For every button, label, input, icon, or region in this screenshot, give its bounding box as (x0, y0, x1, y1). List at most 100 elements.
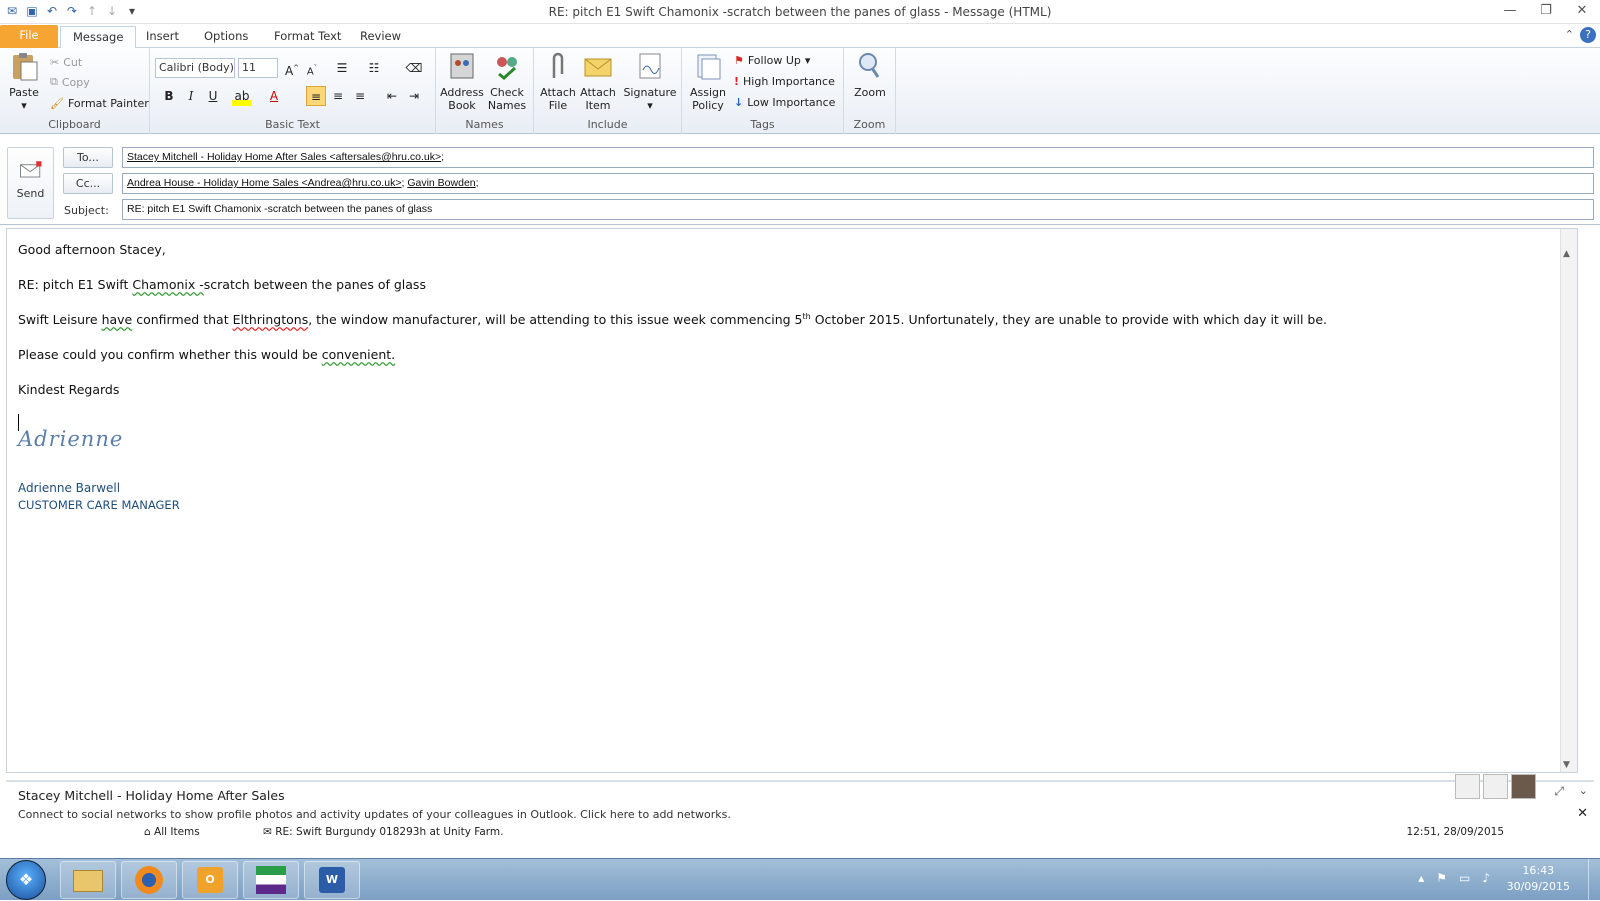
paste-button[interactable]: Paste ▾ (6, 50, 42, 112)
zoom-group-label: Zoom (853, 118, 886, 131)
highlight-icon[interactable]: ab (232, 86, 252, 106)
align-right-icon[interactable]: ≡ (350, 86, 370, 106)
decrease-indent-icon[interactable]: ⇤ (382, 86, 402, 106)
check-names-icon (497, 57, 517, 80)
send-icon (19, 161, 41, 178)
to-recipient[interactable]: Stacey Mitchell - Holiday Home After Sal… (127, 151, 441, 163)
minimize-button[interactable]: — (1492, 0, 1528, 22)
taskbar-clock[interactable]: 16:43 30/09/2015 (1507, 863, 1570, 895)
signature-icon (639, 53, 661, 79)
subject-label: Subject: (64, 204, 109, 217)
close-button[interactable]: ✕ (1564, 0, 1600, 22)
assign-policy-button[interactable]: Assign Policy (686, 50, 730, 112)
attach-item-button[interactable]: Attach Item (578, 50, 618, 112)
bold-button[interactable]: B (159, 86, 179, 106)
avatar-icon[interactable] (1455, 774, 1480, 799)
basic-text-group-label: Basic Text (265, 118, 320, 131)
attach-file-button[interactable]: Attach File (538, 50, 578, 112)
align-left-icon[interactable]: ≡ (306, 86, 326, 106)
font-color-icon[interactable]: A (264, 86, 284, 106)
explorer-taskbar-icon[interactable] (60, 861, 116, 899)
expand-icon[interactable]: ⤢ (1554, 784, 1564, 799)
help-icon[interactable]: ? (1580, 27, 1596, 43)
avatar-photo[interactable] (1511, 774, 1536, 799)
bullets-icon[interactable]: ☰ (332, 58, 352, 78)
restore-button[interactable]: ❐ (1528, 0, 1564, 22)
clock-date: 30/09/2015 (1506, 880, 1570, 893)
cc-button[interactable]: Cc... (63, 173, 113, 194)
check-names-button[interactable]: Check Names (484, 50, 530, 112)
tab-insert[interactable]: Insert (134, 26, 191, 48)
underline-button[interactable]: U (203, 86, 223, 106)
signature-button[interactable]: Signature ▾ (622, 50, 678, 112)
minimize-ribbon-icon[interactable]: ⌃ (1565, 28, 1574, 41)
closing-line: Kindest Regards (18, 382, 120, 397)
body-scrollbar[interactable]: ▲ ▼ (1560, 229, 1577, 772)
start-button[interactable]: ❖ (6, 860, 46, 900)
grow-font-icon[interactable]: A^ (282, 58, 302, 78)
font-size-select[interactable]: 11 (238, 58, 278, 78)
to-button[interactable]: To... (63, 147, 113, 168)
address-book-icon (450, 53, 474, 79)
word-taskbar-icon[interactable]: W (304, 861, 360, 899)
increase-indent-icon[interactable]: ⇥ (404, 86, 424, 106)
action-center-flag-icon[interactable]: ⚑ (1436, 871, 1447, 885)
magnifier-icon (859, 53, 880, 78)
high-importance-button[interactable]: ! High Importance (734, 71, 835, 91)
basic-text-group: Calibri (Body) 11 A^ Aˇ ☰ ☷ ⌫ B I U ab A… (150, 48, 436, 134)
cc-recipient-2[interactable]: Gavin Bowden (407, 177, 475, 189)
font-name-select[interactable]: Calibri (Body) (155, 58, 235, 78)
people-pane: Stacey Mitchell - Holiday Home After Sal… (6, 774, 1594, 840)
signature-name: Adrienne Barwell (18, 481, 121, 495)
paragraph-1: Swift Leisure have confirmed that Elthri… (18, 312, 1328, 328)
scroll-down-arrow-icon[interactable]: ▼ (1563, 760, 1570, 770)
taskbar: ❖ O W ▴ ⚑ ▭ ♪ 16:43 30/09/2015 (0, 858, 1600, 901)
handwritten-signature: Adrienne (18, 427, 124, 451)
italic-button[interactable]: I (181, 86, 201, 106)
cc-recipient-1[interactable]: Andrea House - Holiday Home Sales <Andre… (127, 177, 401, 189)
tab-file[interactable]: File (0, 25, 58, 48)
clear-formatting-icon[interactable]: ⌫ (404, 58, 424, 78)
shrink-font-icon[interactable]: Aˇ (302, 58, 322, 78)
show-desktop-button[interactable] (1588, 859, 1600, 901)
copy-button[interactable]: ⧉ Copy (50, 72, 90, 92)
address-book-button[interactable]: Address Book (440, 50, 484, 112)
low-importance-button[interactable]: ↓ Low Importance (734, 92, 835, 112)
paragraph-2: Please could you confirm whether this wo… (18, 347, 396, 362)
avatar-icon[interactable] (1483, 774, 1508, 799)
close-notice-icon[interactable]: ✕ (1577, 806, 1588, 821)
show-hidden-icons-icon[interactable]: ▴ (1418, 871, 1424, 885)
to-field[interactable]: Stacey Mitchell - Holiday Home After Sal… (122, 147, 1594, 168)
subject-field[interactable]: RE: pitch E1 Swift Chamonix -scratch bet… (122, 199, 1594, 220)
message-body[interactable]: Good afternoon Stacey, RE: pitch E1 Swif… (6, 228, 1578, 773)
follow-up-button[interactable]: ⚑ Follow Up ▾ (734, 50, 810, 70)
window-controls: — ❐ ✕ (1492, 0, 1600, 22)
sage-taskbar-icon[interactable] (243, 861, 299, 899)
cc-field[interactable]: Andrea House - Holiday Home Sales <Andre… (122, 173, 1594, 194)
clock-time: 16:43 (1522, 864, 1555, 877)
clipboard-group: Paste ▾ ✂ Cut ⧉ Copy 🖌 Format Painter Clipbo… (0, 48, 150, 134)
social-network-notice[interactable]: Connect to social networks to show profi… (18, 808, 731, 821)
collapse-icon[interactable]: ⌄ (1579, 784, 1588, 797)
volume-icon[interactable]: ♪ (1482, 871, 1490, 885)
envelope-icon (584, 58, 612, 77)
people-pane-name[interactable]: Stacey Mitchell - Holiday Home After Sal… (18, 788, 285, 803)
tab-review[interactable]: Review (348, 26, 413, 48)
send-button[interactable]: Send (7, 147, 54, 219)
zoom-button[interactable]: Zoom (848, 50, 892, 99)
cut-button[interactable]: ✂ Cut (50, 52, 82, 72)
firefox-taskbar-icon[interactable] (121, 861, 177, 899)
format-painter-button[interactable]: 🖌 Format Painter (50, 93, 149, 113)
all-items-icon: ⌂ (144, 826, 151, 838)
outlook-taskbar-icon[interactable]: O (182, 861, 238, 899)
network-icon[interactable]: ▭ (1459, 871, 1470, 885)
names-group-label: Names (465, 118, 504, 131)
tab-options[interactable]: Options (192, 26, 260, 48)
activity-row[interactable]: ⌂ All Items ✉ RE: Swift Burgundy 018293h… (144, 826, 1584, 840)
tab-format-text[interactable]: Format Text (262, 26, 353, 48)
numbering-icon[interactable]: ☷ (364, 58, 384, 78)
scroll-up-arrow-icon[interactable]: ▲ (1563, 249, 1570, 259)
tab-message[interactable]: Message (60, 26, 137, 49)
people-pane-avatars (1455, 774, 1536, 799)
align-center-icon[interactable]: ≡ (328, 86, 348, 106)
